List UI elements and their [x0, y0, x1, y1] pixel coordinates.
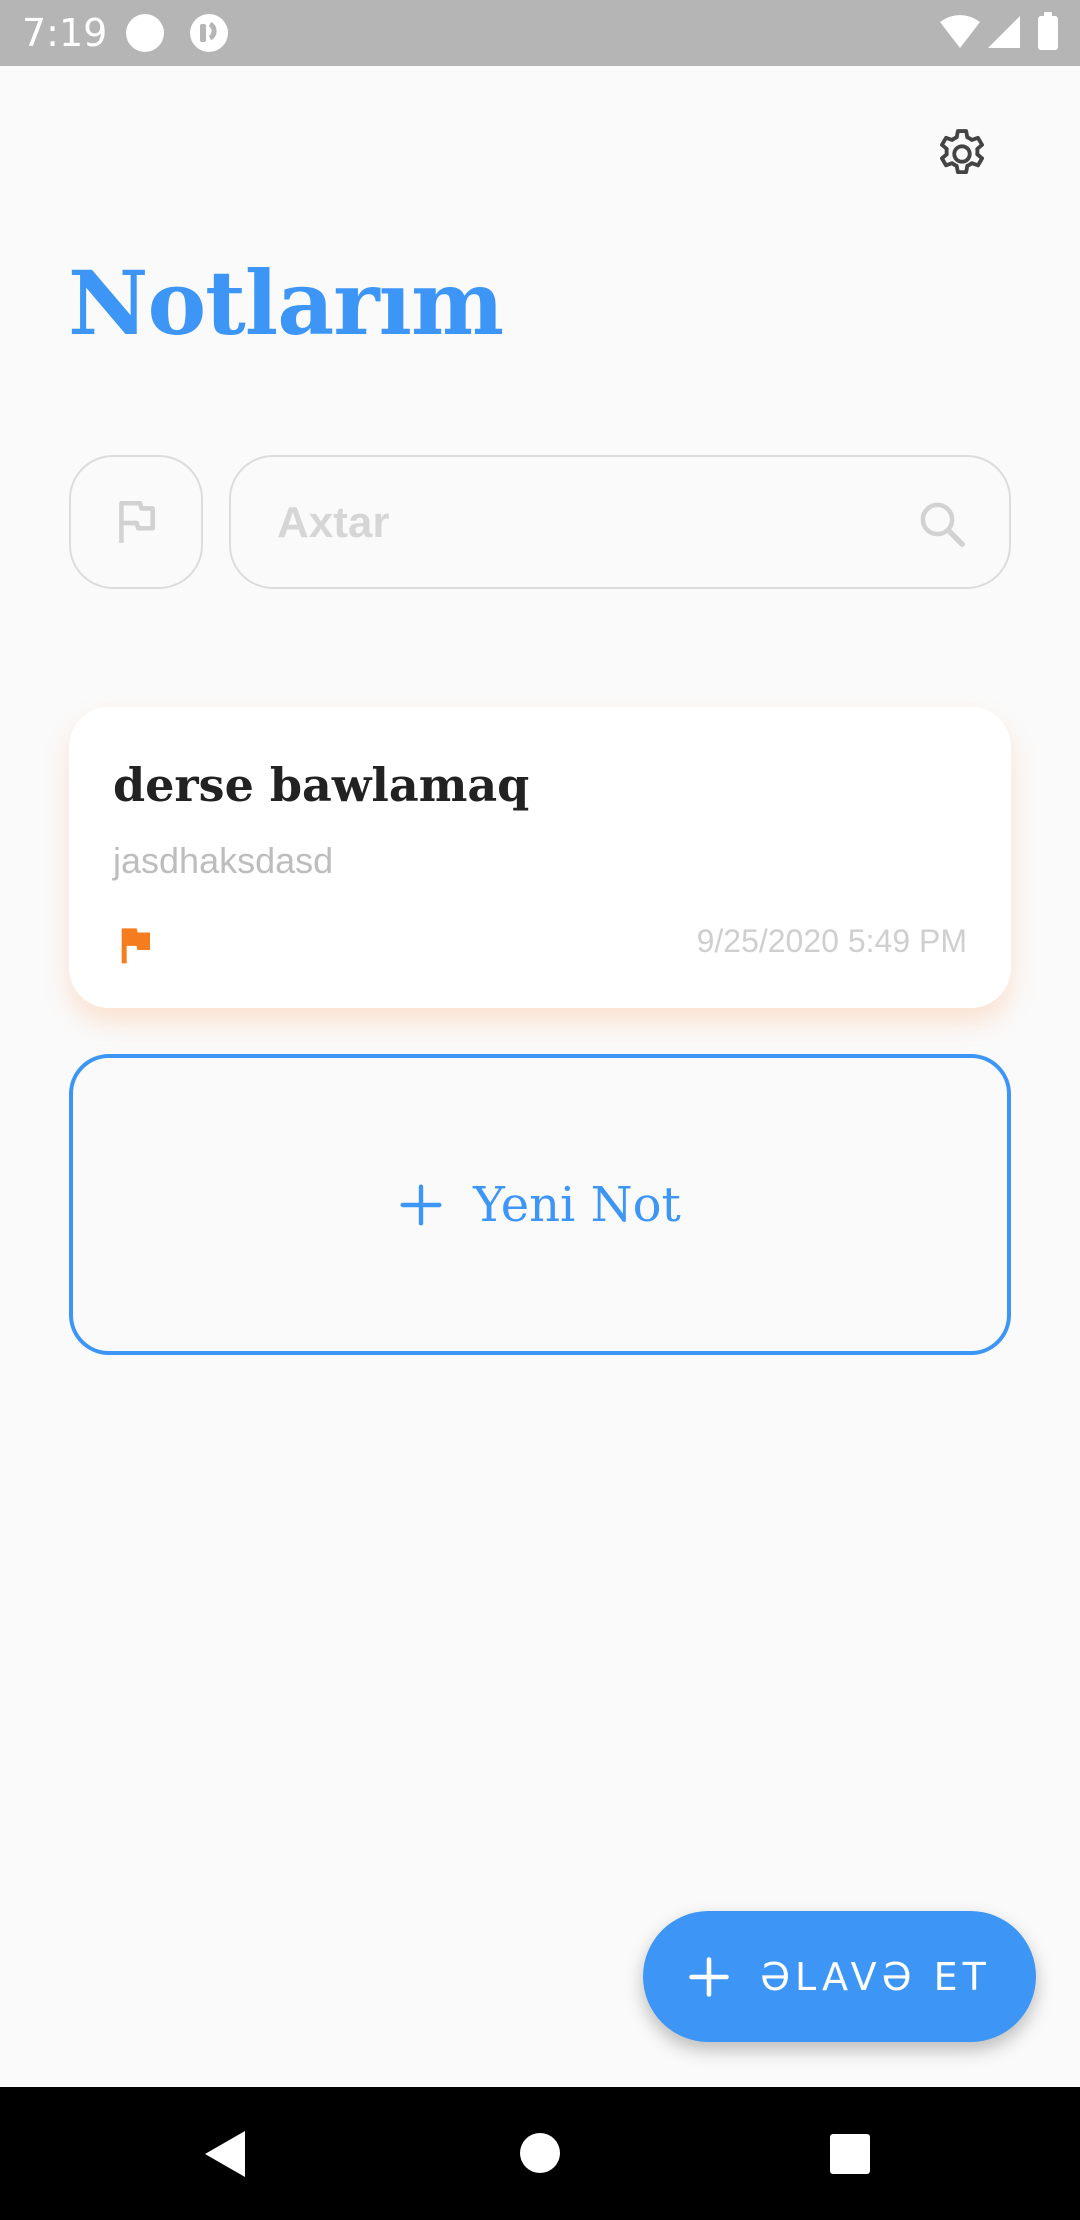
gear-icon	[940, 129, 984, 175]
back-icon[interactable]	[203, 2129, 247, 2179]
note-card[interactable]: derse bawlamaq jasdhaksdasd 9/25/2020 5:…	[69, 707, 1011, 1008]
navigation-bar	[0, 2087, 1080, 2220]
search-button[interactable]	[915, 497, 969, 551]
signal-icon	[988, 16, 1020, 48]
new-note-label: Yeni Not	[473, 1176, 681, 1233]
note-title: derse bawlamaq	[113, 758, 530, 812]
new-note-button[interactable]: Yeni Not	[69, 1054, 1011, 1355]
notification-icons	[126, 14, 228, 52]
wifi-icon	[940, 15, 980, 48]
notes-screen: 7:19 Notlarım Axtar derse bawlamaq jasdh…	[0, 0, 1080, 2220]
search-icon	[920, 502, 965, 547]
plus-icon	[400, 1183, 442, 1226]
battery-icon	[1038, 16, 1058, 50]
recents-icon[interactable]	[828, 2132, 872, 2176]
plus-icon	[689, 1956, 729, 1997]
status-time: 7:19	[22, 11, 108, 55]
fab-label: ƏLAVƏ ET	[760, 1954, 991, 1999]
new-note-content: Yeni Not	[399, 1177, 681, 1233]
system-status-icons	[940, 12, 1058, 50]
page-title: Notlarım	[68, 251, 504, 355]
add-fab-button[interactable]: ƏLAVƏ ET	[643, 1911, 1036, 2042]
search-box[interactable]	[229, 455, 1011, 589]
flag-icon[interactable]	[115, 925, 155, 965]
status-bar: 7:19	[0, 0, 1080, 66]
note-body: jasdhaksdasd	[113, 840, 334, 881]
flag-outline-icon	[119, 500, 155, 543]
home-icon[interactable]	[518, 2131, 562, 2175]
flag-filter-button[interactable]	[69, 455, 203, 589]
note-date: 9/25/2020 5:49 PM	[696, 923, 967, 959]
settings-button[interactable]	[922, 114, 1002, 194]
search-input[interactable]	[275, 457, 899, 589]
